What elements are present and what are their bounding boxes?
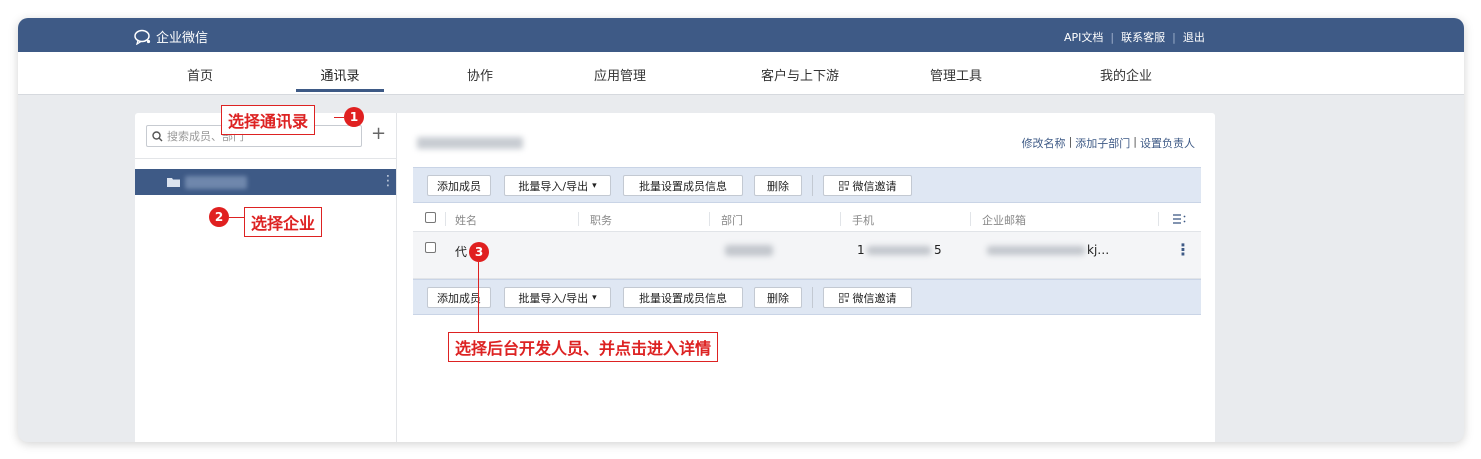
qr-code-icon [838,292,849,303]
batch-set-info-button[interactable]: 批量设置成员信息 [623,175,743,196]
main-nav: 首页 通讯录 协作 应用管理 客户与上下游 管理工具 我的企业 [18,52,1464,95]
selected-company-item[interactable]: ⋮ [135,169,396,195]
batch-set-info-button[interactable]: 批量设置成员信息 [623,287,743,308]
annotation-step2-badge: 2 [209,207,229,227]
delete-button[interactable]: 删除 [754,175,802,196]
caret-down-icon: ▾ [592,180,597,191]
rename-link[interactable]: 修改名称 [1022,135,1066,151]
toolbar-separator [812,287,813,308]
column-separator [709,212,710,226]
batch-import-export-label: 批量导入/导出 [518,291,589,305]
col-name[interactable]: 姓名 [455,212,477,228]
department-title-redacted [417,137,523,149]
app-logo[interactable]: 企业微信 [134,27,208,46]
annotation-step1-label: 选择通讯录 [221,105,316,135]
column-separator [445,212,446,226]
nav-contacts[interactable]: 通讯录 [295,65,385,84]
top-links: API文档 | 联系客服 | 退出 [1064,29,1205,45]
sidebar-divider [135,158,396,159]
annotation-step1-badge: 1 [344,107,364,127]
batch-import-export-button[interactable]: 批量导入/导出 ▾ [504,287,611,308]
set-manager-link[interactable]: 设置负责人 [1140,135,1195,151]
column-separator [578,212,579,226]
nav-app-management[interactable]: 应用管理 [575,65,665,84]
col-phone[interactable]: 手机 [852,212,874,228]
wechat-invite-label: 微信邀请 [852,179,897,193]
col-email[interactable]: 企业邮箱 [982,212,1026,228]
app-name: 企业微信 [156,31,209,46]
member-list-area: 修改名称 | 添加子部门 | 设置负责人 添加成员 批量导入/导出 ▾ 批量设置… [397,113,1215,442]
member-toolbar-top: 添加成员 批量导入/导出 ▾ 批量设置成员信息 删除 微信邀请 [413,167,1201,203]
add-icon[interactable]: + [371,123,386,144]
department-actions: 修改名称 | 添加子部门 | 设置负责人 [1022,135,1195,151]
nav-collaboration[interactable]: 协作 [435,65,525,84]
member-toolbar-bottom: 添加成员 批量导入/导出 ▾ 批量设置成员信息 删除 微信邀请 [413,279,1201,315]
email-suffix: kj… [1087,243,1110,257]
api-docs-link[interactable]: API文档 [1064,29,1103,45]
annotation-step2-label: 选择企业 [244,207,323,237]
table-row[interactable]: 代 维 1 5 kj… ⋮ [413,232,1201,279]
annotation-step3-badge: 3 [469,242,489,262]
member-table-header: 姓名 职务 部门 手机 企业邮箱 [413,207,1201,232]
folder-icon [167,178,180,187]
column-separator [1158,212,1159,226]
qr-code-icon [838,180,849,191]
col-department[interactable]: 部门 [721,212,743,228]
org-sidebar: 搜索成员、部门 + ⋮ [135,113,397,442]
annotation-step3-label: 选择后台开发人员、并点击进入详情 [448,332,719,362]
column-settings-icon[interactable] [1173,214,1186,224]
nav-admin-tools[interactable]: 管理工具 [911,65,1001,84]
annotation-leader-line [229,217,244,218]
app-window: 企业微信 API文档 | 联系客服 | 退出 首页 通讯录 协作 应用管理 客户… [18,18,1464,442]
batch-import-export-button[interactable]: 批量导入/导出 ▾ [504,175,611,196]
batch-import-export-label: 批量导入/导出 [518,179,589,193]
top-link-separator: | [1110,30,1115,44]
add-member-button[interactable]: 添加成员 [427,287,491,308]
phone-prefix: 1 [857,243,865,257]
nav-my-company[interactable]: 我的企业 [1081,65,1171,84]
caret-down-icon: ▾ [592,292,597,303]
select-all-checkbox[interactable] [425,212,436,223]
link-separator: | [1068,135,1073,148]
search-icon [152,130,163,141]
contact-support-link[interactable]: 联系客服 [1121,29,1165,45]
col-title[interactable]: 职务 [590,212,612,228]
add-subdepartment-link[interactable]: 添加子部门 [1075,135,1130,151]
wecom-logo-icon [134,29,151,45]
toolbar-separator [812,175,813,196]
row-more-icon[interactable]: ⋮ [1175,240,1191,259]
top-bar: 企业微信 API文档 | 联系客服 | 退出 [18,18,1464,52]
annotation-leader-line [334,117,344,118]
nav-home[interactable]: 首页 [155,65,245,84]
add-member-button[interactable]: 添加成员 [427,175,491,196]
company-name-redacted [185,176,247,189]
delete-button[interactable]: 删除 [754,287,802,308]
column-separator [840,212,841,226]
row-checkbox[interactable] [425,242,436,253]
department-redacted [725,245,773,256]
logout-link[interactable]: 退出 [1183,29,1205,45]
contacts-panel: 搜索成员、部门 + ⋮ 修改名称 | 添加子部门 | 设置负责人 添加成员 批量… [135,113,1215,442]
wechat-invite-button[interactable]: 微信邀请 [823,175,912,196]
annotation-leader-line [478,262,479,332]
nav-customers[interactable]: 客户与上下游 [755,65,845,84]
phone-suffix: 5 [934,243,942,257]
wechat-invite-button[interactable]: 微信邀请 [823,287,912,308]
link-separator: | [1133,135,1137,148]
top-link-separator: | [1172,30,1176,44]
nav-active-indicator [296,89,384,92]
column-separator [970,212,971,226]
phone-redacted [867,246,931,255]
more-icon[interactable]: ⋮ [381,173,395,189]
wechat-invite-label: 微信邀请 [852,291,897,305]
email-redacted [987,246,1085,255]
